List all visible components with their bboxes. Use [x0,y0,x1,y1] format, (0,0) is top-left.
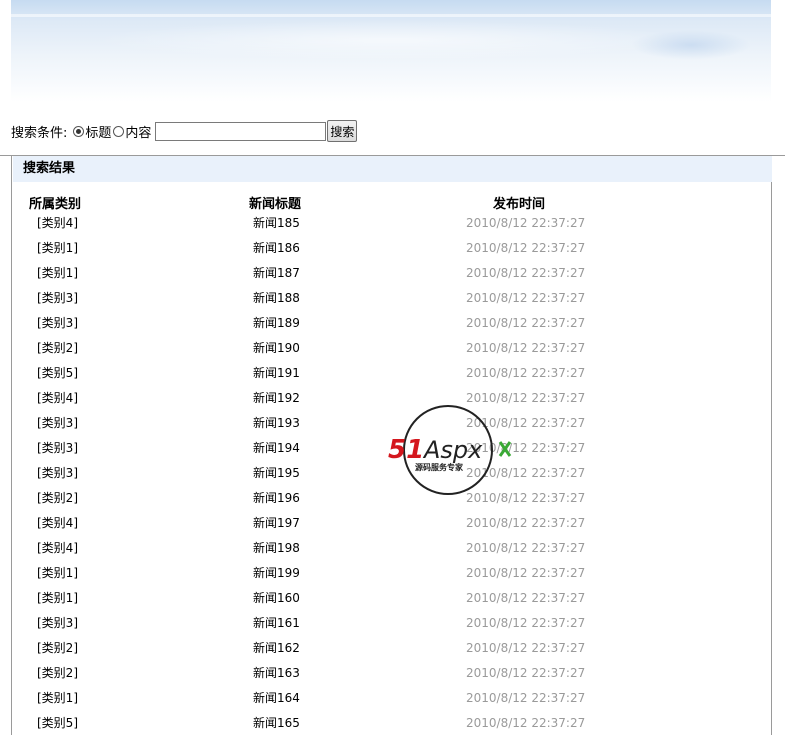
row-news-title[interactable]: 新闻163 [253,663,300,684]
row-category: [类别4] [37,516,78,530]
table-row: [类别1] 新闻187 2010/8/12 22:37:27 [0,263,785,288]
row-category: [类别3] [37,291,78,305]
row-news-title[interactable]: 新闻191 [253,363,300,384]
row-news-title[interactable]: 新闻165 [253,713,300,734]
watermark-aspx: Aspx [422,436,483,464]
row-publish-time: 2010/8/12 22:37:27 [466,266,586,280]
row-news-title[interactable]: 新闻192 [253,388,300,409]
banner-cloud [631,30,751,60]
row-publish-time: 2010/8/12 22:37:27 [466,666,586,680]
row-publish-time: 2010/8/12 22:37:27 [466,516,586,530]
radio-title[interactable] [73,125,85,137]
row-publish-time: 2010/8/12 22:37:27 [466,316,586,330]
radio-content-label[interactable]: 内容 [125,122,151,141]
row-news-title[interactable]: 新闻187 [253,263,300,284]
row-category: [类别3] [37,416,78,430]
row-publish-time: 2010/8/12 22:37:27 [466,291,586,305]
table-row: [类别4] 新闻197 2010/8/12 22:37:27 [0,513,785,538]
row-category: [类别3] [37,466,78,480]
row-category: [类别4] [37,541,78,555]
row-news-title[interactable]: 新闻199 [253,563,300,584]
row-news-title[interactable]: 新闻185 [253,213,300,234]
table-row: [类别1] 新闻160 2010/8/12 22:37:27 [0,588,785,613]
row-news-title[interactable]: 新闻186 [253,238,300,259]
row-news-title[interactable]: 新闻164 [253,688,300,709]
table-row: [类别3] 新闻161 2010/8/12 22:37:27 [0,613,785,638]
table-row: [类别3] 新闻189 2010/8/12 22:37:27 [0,313,785,338]
watermark-x-accent [498,441,512,457]
row-news-title[interactable]: 新闻188 [253,288,300,309]
row-news-title[interactable]: 新闻160 [253,588,300,609]
row-category: [类别1] [37,241,78,255]
row-news-title[interactable]: 新闻197 [253,513,300,534]
row-news-title[interactable]: 新闻189 [253,313,300,334]
table-row: [类别2] 新闻162 2010/8/12 22:37:27 [0,638,785,663]
search-bar: 搜索条件: 标题 内容 搜索 [11,120,358,142]
row-category: [类别4] [37,391,78,405]
row-publish-time: 2010/8/12 22:37:27 [466,341,586,355]
row-category: [类别4] [37,216,78,230]
search-condition-label: 搜索条件: [11,125,68,141]
table-row: [类别4] 新闻198 2010/8/12 22:37:27 [0,538,785,563]
row-publish-time: 2010/8/12 22:37:27 [466,641,586,655]
search-input[interactable] [155,121,327,141]
row-publish-time: 2010/8/12 22:37:27 [466,241,586,255]
row-category: [类别1] [37,691,78,705]
row-news-title[interactable]: 新闻196 [253,488,300,509]
row-category: [类别5] [37,366,78,380]
table-row: [类别3] 新闻188 2010/8/12 22:37:27 [0,288,785,313]
table-row: [类别4] 新闻185 2010/8/12 22:37:27 [0,213,785,238]
watermark-tagline: 源码服务专家 [415,462,464,472]
row-news-title[interactable]: 新闻161 [253,613,300,634]
row-category: [类别1] [37,566,78,580]
row-publish-time: 2010/8/12 22:37:27 [466,566,586,580]
row-publish-time: 2010/8/12 22:37:27 [466,716,586,730]
row-category: [类别5] [37,716,78,730]
row-category: [类别2] [37,491,78,505]
banner-stripe [11,14,771,17]
row-category: [类别1] [37,591,78,605]
row-category: [类别1] [37,266,78,280]
table-row: [类别5] 新闻191 2010/8/12 22:37:27 [0,363,785,388]
radio-content[interactable] [113,125,125,137]
row-category: [类别2] [37,641,78,655]
row-category: [类别3] [37,441,78,455]
row-publish-time: 2010/8/12 22:37:27 [466,541,586,555]
row-news-title[interactable]: 新闻162 [253,638,300,659]
search-button[interactable]: 搜索 [327,120,358,142]
radio-title-label[interactable]: 标题 [85,122,111,141]
row-news-title[interactable]: 新闻194 [253,438,300,459]
row-category: [类别2] [37,341,78,355]
column-header-time: 发布时间 [493,197,546,212]
column-header-title: 新闻标题 [249,197,302,212]
row-publish-time: 2010/8/12 22:37:27 [466,366,586,380]
banner-glow [91,20,691,60]
table-row: [类别2] 新闻190 2010/8/12 22:37:27 [0,338,785,363]
table-row: [类别1] 新闻186 2010/8/12 22:37:27 [0,238,785,263]
row-category: [类别3] [37,316,78,330]
results-header: 搜索结果 [13,156,772,182]
row-news-title[interactable]: 新闻190 [253,338,300,359]
table-row: [类别1] 新闻199 2010/8/12 22:37:27 [0,563,785,588]
table-row: [类别2] 新闻163 2010/8/12 22:37:27 [0,663,785,688]
row-publish-time: 2010/8/12 22:37:27 [466,691,586,705]
row-news-title[interactable]: 新闻195 [253,463,300,484]
row-category: [类别2] [37,666,78,680]
column-header-category: 所属类别 [29,197,82,212]
row-publish-time: 2010/8/12 22:37:27 [466,591,586,605]
table-row: [类别5] 新闻165 2010/8/12 22:37:27 [0,713,785,738]
row-publish-time: 2010/8/12 22:37:27 [466,216,586,230]
table-row: [类别1] 新闻164 2010/8/12 22:37:27 [0,688,785,713]
row-publish-time: 2010/8/12 22:37:27 [466,616,586,630]
watermark-logo: 51 Aspx 源码服务专家 [388,405,512,495]
header-banner [11,0,771,102]
watermark-51: 51 [388,435,424,465]
row-news-title[interactable]: 新闻198 [253,538,300,559]
row-news-title[interactable]: 新闻193 [253,413,300,434]
row-category: [类别3] [37,616,78,630]
